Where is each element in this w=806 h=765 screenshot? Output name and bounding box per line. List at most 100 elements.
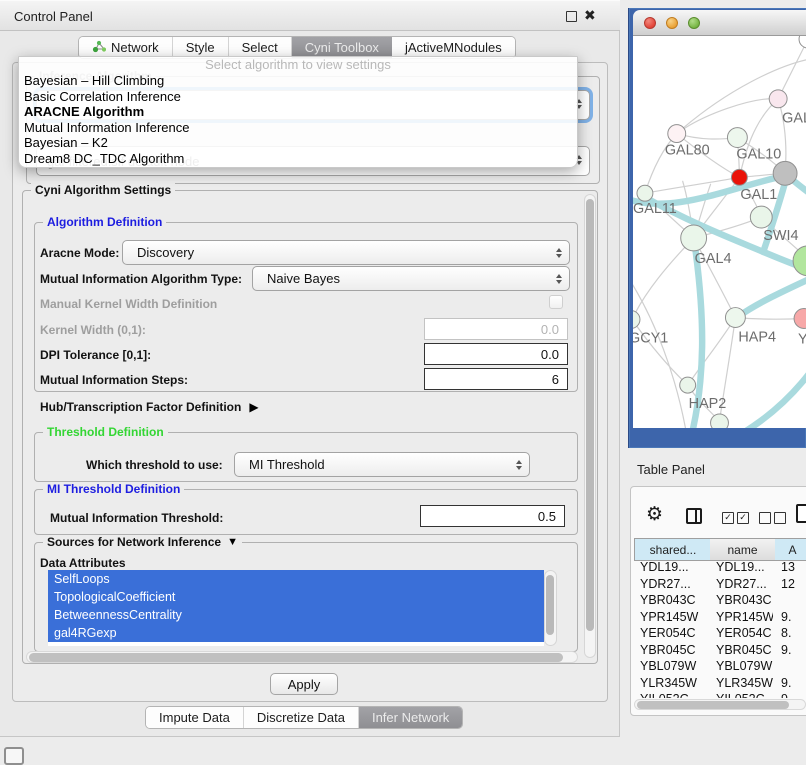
mi-threshold-field[interactable]: 0.5 xyxy=(420,505,565,527)
network-node[interactable] xyxy=(711,414,729,428)
tab-select[interactable]: Select xyxy=(229,37,292,58)
dpi-tolerance-field[interactable]: 0.0 xyxy=(424,343,568,365)
data-attributes-label: Data Attributes xyxy=(40,556,126,570)
network-canvas[interactable]: GALGAL80GAL10GAL1GAL11SWI4GAL4GCY1HAP4YH… xyxy=(633,36,806,428)
table-row[interactable]: YDL19... YDL19... 13 xyxy=(634,559,806,576)
kernel-width-field[interactable]: 0.0 xyxy=(424,318,568,340)
network-node-label: GAL11 xyxy=(633,201,677,217)
network-node-label: GAL80 xyxy=(665,142,710,158)
table-row[interactable]: YIL052CYIL052C9. xyxy=(634,691,806,698)
hub-definition-toggle[interactable]: Hub/Transcription Factor Definition ▶ xyxy=(40,400,259,414)
cyni-algorithm-settings-label: Cyni Algorithm Settings xyxy=(31,183,175,197)
table-panel: ⚙ ✓✓ shared...nameA YDL19...YDL19...13YD… xyxy=(630,486,806,716)
network-node-gal80[interactable] xyxy=(668,125,686,143)
tab-impute-data[interactable]: Impute Data xyxy=(146,707,244,728)
column-header-name[interactable]: name xyxy=(710,538,776,561)
table-horizontal-scrollbar[interactable] xyxy=(634,699,806,710)
close-icon[interactable]: ✖ xyxy=(584,7,596,24)
network-node-hap2[interactable] xyxy=(680,377,696,393)
network-node-y[interactable] xyxy=(794,309,806,329)
show-panel-icon[interactable] xyxy=(4,747,24,765)
table-row[interactable]: YLR345WYLR345W9. xyxy=(634,675,806,692)
network-node-gal4[interactable] xyxy=(681,225,707,251)
close-traffic-light-icon[interactable] xyxy=(644,17,656,29)
tab-discretize-data[interactable]: Discretize Data xyxy=(244,707,359,728)
table-cell: 9. xyxy=(781,642,806,659)
table-row[interactable]: YBR043C YBR043C xyxy=(634,592,806,609)
settings-horizontal-scrollbar[interactable] xyxy=(26,651,578,663)
network-window-titlebar[interactable] xyxy=(633,10,806,36)
table-cell: YDL19... xyxy=(716,559,773,576)
document-icon[interactable] xyxy=(796,504,806,523)
threshold-definition-label: Threshold Definition xyxy=(43,425,168,439)
control-panel-window: Control Panel ✖ NetworkStyleSelectCyni T… xyxy=(0,0,620,737)
algorithm-option[interactable]: ARACNE Algorithm xyxy=(19,104,577,120)
network-node[interactable] xyxy=(793,246,806,276)
attribute-list-scrollbar[interactable] xyxy=(544,570,557,646)
table-cell: YBR043C xyxy=(716,592,773,609)
table-row[interactable]: YER054CYER054C8. xyxy=(634,625,806,642)
network-node-gal10[interactable] xyxy=(727,128,747,148)
tab-infer-network[interactable]: Infer Network xyxy=(359,707,462,728)
algorithm-dropdown-popup: Select algorithm to view settings Bayesi… xyxy=(18,56,578,168)
sources-group-label-wrap[interactable]: Sources for Network Inference ▼ xyxy=(43,535,242,549)
mi-type-combo[interactable]: Naive Bayes xyxy=(252,266,570,291)
column-header-shared...[interactable]: shared... xyxy=(634,538,712,561)
mi-steps-field[interactable]: 6 xyxy=(424,368,568,390)
manual-kernel-label: Manual Kernel Width Definition xyxy=(40,297,217,311)
table-row[interactable]: YDR27...YDR27...12 xyxy=(634,576,806,593)
columns-icon[interactable] xyxy=(686,508,702,524)
manual-kernel-checkbox[interactable] xyxy=(549,295,563,309)
network-node-gal1[interactable] xyxy=(731,169,747,185)
algorithm-option[interactable]: Bayesian – Hill Climbing xyxy=(19,73,577,89)
table-cell: 9. xyxy=(781,691,806,698)
apply-button[interactable]: Apply xyxy=(270,673,338,695)
which-threshold-value: MI Threshold xyxy=(249,457,325,472)
control-panel-title: Control Panel xyxy=(14,9,93,24)
attribute-list-item[interactable]: TopologicalCoefficient xyxy=(48,588,544,606)
column-header-A[interactable]: A xyxy=(775,538,806,561)
attribute-list-item[interactable]: gal4RGexp xyxy=(48,624,544,642)
algorithm-option[interactable]: Mutual Information Inference xyxy=(19,120,577,136)
tab-network[interactable]: Network xyxy=(79,37,173,58)
tab-style[interactable]: Style xyxy=(173,37,229,58)
table-cell: 13 xyxy=(781,559,806,576)
table-cell: YDR27... xyxy=(716,576,773,593)
algorithm-option[interactable]: Basic Correlation Inference xyxy=(19,89,577,105)
algorithm-option[interactable]: Bayesian – K2 xyxy=(19,135,577,151)
float-window-icon[interactable] xyxy=(566,11,577,22)
attribute-list-item[interactable]: SelfLoops xyxy=(48,570,544,588)
zoom-traffic-light-icon[interactable] xyxy=(688,17,700,29)
which-threshold-combo[interactable]: MI Threshold xyxy=(234,452,530,477)
network-node-label: GAL xyxy=(782,111,806,127)
table-row[interactable]: YPR145WYPR145W9. xyxy=(634,609,806,626)
table-cell: YDL19... xyxy=(640,559,708,576)
gear-icon[interactable]: ⚙ xyxy=(646,503,663,526)
network-node-swi4[interactable] xyxy=(750,206,772,228)
aracne-mode-combo[interactable]: Discovery xyxy=(122,240,570,265)
table-cell: YBR045C xyxy=(716,642,773,659)
network-node-label: GAL10 xyxy=(736,146,781,162)
table-row[interactable]: YBR045CYBR045C9. xyxy=(634,642,806,659)
network-node-hap4[interactable] xyxy=(725,308,745,328)
network-node[interactable] xyxy=(799,36,806,48)
table-cell: YBR043C xyxy=(640,592,708,609)
table-row[interactable]: YBL079WYBL079W xyxy=(634,658,806,675)
kernel-width-label: Kernel Width (0,1): xyxy=(40,323,146,337)
network-node-label: HAP2 xyxy=(689,396,727,412)
mi-threshold-group-label: MI Threshold Definition xyxy=(43,482,184,496)
algorithm-dropdown-items: Bayesian – Hill ClimbingBasic Correlatio… xyxy=(19,73,577,167)
network-node-gcy1[interactable] xyxy=(633,311,640,329)
network-node-gal[interactable] xyxy=(769,90,787,108)
tab-jactivemnodules[interactable]: jActiveMNodules xyxy=(392,37,515,58)
attribute-list-item[interactable]: BetweennessCentrality xyxy=(48,606,544,624)
minimize-traffic-light-icon[interactable] xyxy=(666,17,678,29)
algorithm-option[interactable]: Dream8 DC_TDC Algorithm xyxy=(19,151,577,167)
settings-vertical-scrollbar[interactable] xyxy=(584,194,596,658)
network-node-gal11[interactable] xyxy=(637,185,653,201)
network-node[interactable] xyxy=(773,161,797,185)
deselect-all-icon[interactable] xyxy=(759,512,786,524)
select-all-icon[interactable]: ✓✓ xyxy=(722,512,749,524)
aracne-mode-value: Discovery xyxy=(137,245,194,260)
tab-cyni-toolbox[interactable]: Cyni Toolbox xyxy=(292,37,392,58)
